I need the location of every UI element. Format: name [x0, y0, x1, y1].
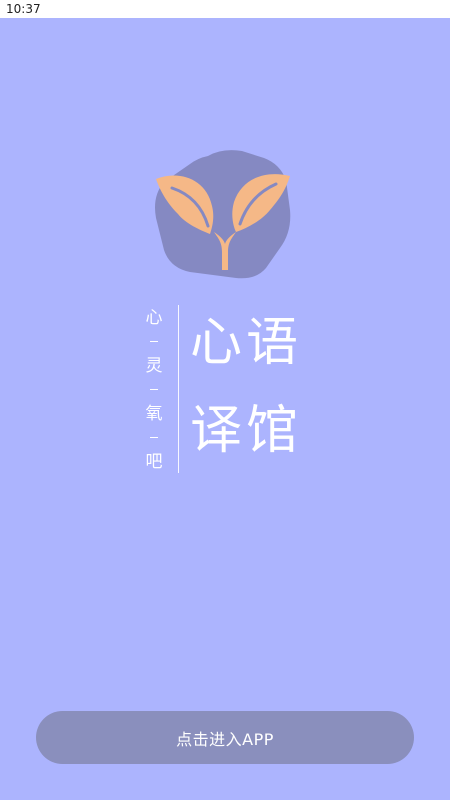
app-title: 心 语 译 馆 [190, 300, 302, 476]
slogan-vertical: 心 灵 氧 吧 [142, 308, 166, 472]
title-char-top-right: 语 [246, 313, 299, 373]
slogan-char: 心 [145, 308, 163, 328]
slogan-separator [150, 389, 158, 390]
app-logo [150, 148, 300, 280]
slogan-char: 灵 [145, 356, 163, 376]
title-char-bottom-left: 译 [190, 401, 243, 461]
title-char-top-left: 心 [190, 313, 243, 373]
title-divider [178, 305, 179, 473]
title-char-bottom-right: 馆 [246, 401, 299, 461]
slogan-separator [150, 437, 158, 438]
status-bar: 10:37 [0, 0, 450, 18]
slogan-char: 氧 [145, 404, 163, 424]
leaf-sprout-icon [155, 150, 291, 279]
slogan-char: 吧 [145, 452, 163, 472]
slogan-separator [150, 341, 158, 342]
splash-screen: 10:37 心 灵 氧 吧 心 语 译 馆 点击进入APP [0, 0, 450, 800]
enter-app-button[interactable]: 点击进入APP [36, 711, 414, 764]
status-time: 10:37 [6, 2, 41, 16]
enter-app-label: 点击进入APP [176, 729, 274, 749]
